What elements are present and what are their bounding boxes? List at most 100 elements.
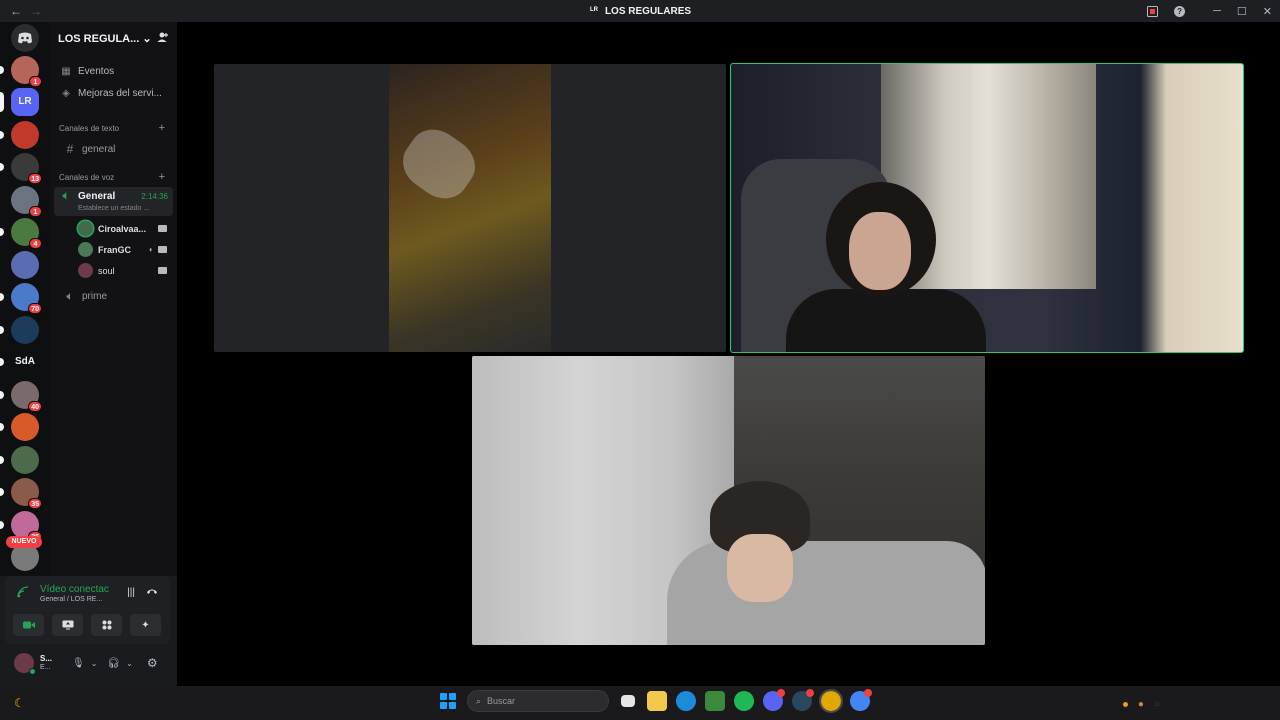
chevron-down-icon: ⌄ — [142, 32, 152, 45]
mention-badge: 1 — [29, 205, 42, 217]
guild-icon-server-8[interactable]: 70 — [0, 283, 42, 314]
tray-dot-icon[interactable] — [1122, 702, 1128, 707]
speaker-icon: 🔈︎ — [66, 288, 74, 303]
guild-icon-server-4[interactable]: 13 — [0, 153, 42, 184]
voice-connection-panel: Vídeo conectac General / LOS RE... ||| ✦ — [5, 576, 170, 644]
channel-general[interactable]: # general — [54, 139, 173, 159]
video-tile-soul[interactable] — [472, 356, 985, 645]
steam-icon[interactable] — [792, 689, 814, 711]
windows-start-icon[interactable] — [438, 691, 458, 711]
unread-pill — [0, 520, 4, 529]
channel-prime[interactable]: 🔈︎ prime — [54, 286, 173, 306]
edge-icon[interactable] — [676, 691, 696, 711]
activities-button[interactable] — [91, 614, 122, 636]
camera-button[interactable] — [13, 614, 44, 636]
add-channel-icon[interactable]: + — [159, 122, 165, 134]
guild-icon-server-14[interactable]: 35 — [0, 478, 42, 509]
guild-icon-server-sda[interactable]: SdA — [0, 348, 39, 376]
guild-label: SdA — [15, 356, 35, 367]
tray-app-icon[interactable]: ○ — [1154, 699, 1160, 710]
tray-app-icon[interactable]: ● — [1138, 699, 1144, 710]
spotify-icon[interactable] — [734, 691, 754, 711]
guild-icon-server-13[interactable] — [0, 445, 39, 474]
voice-user-name: Ciroalvaa... — [98, 223, 147, 234]
category-text-channels[interactable]: Canales de texto + — [50, 120, 177, 136]
back-arrow-icon[interactable]: ← — [10, 4, 22, 18]
inbox-icon[interactable] — [1146, 5, 1158, 17]
guild-icon-server-11[interactable]: 40 — [0, 380, 42, 412]
unread-pill — [0, 423, 4, 431]
guild-label: LR — [18, 96, 32, 107]
video-tile-ciroalvaa[interactable] — [214, 64, 726, 352]
bottom-panel: Vídeo conectac General / LOS RE... ||| ✦… — [0, 576, 177, 686]
new-badge[interactable]: NUEVO — [6, 536, 42, 548]
user-avatar — [78, 221, 93, 236]
set-status-text[interactable]: Establece un estado ... — [54, 205, 173, 212]
notification-dot — [864, 689, 872, 697]
video-person-face — [727, 534, 793, 602]
maximize-button[interactable]: ☐ — [1237, 5, 1247, 18]
voice-channel-general[interactable]: 🔈︎ General 2:14:36 Establece un estado .… — [54, 187, 173, 216]
weather-moon-icon[interactable]: ☾ — [14, 696, 25, 710]
voice-user[interactable]: Ciroalvaa... — [50, 218, 177, 239]
unread-pill — [0, 390, 4, 399]
guild-icon-server-7[interactable] — [11, 250, 39, 279]
user-avatar[interactable] — [14, 653, 36, 675]
category-label: Canales de voz — [59, 172, 115, 182]
guild-icon-server-15[interactable]: 26 — [0, 510, 42, 542]
search-placeholder: Buscar — [487, 696, 516, 706]
disconnect-icon[interactable] — [146, 587, 158, 598]
close-button[interactable]: ✕ — [1263, 5, 1272, 18]
guild-icon-discord-home[interactable] — [11, 24, 39, 52]
category-voice-channels[interactable]: Canales de voz + — [50, 169, 177, 185]
menu-item-events[interactable]: ▦ Eventos — [50, 60, 177, 82]
unread-pill — [0, 455, 4, 464]
connection-status[interactable]: Vídeo conectac — [40, 584, 109, 595]
invite-user-icon[interactable] — [157, 31, 169, 46]
guild-icon-server-3[interactable] — [0, 120, 39, 149]
headphones-icon[interactable]: 🎧︎ — [107, 658, 120, 669]
taskbar-search[interactable]: ⌕ Buscar — [467, 690, 609, 712]
microphone-icon[interactable]: 🎙︎ — [72, 658, 85, 669]
user-name-block[interactable]: S... E... — [40, 654, 62, 672]
search-icon: ⌕ — [476, 695, 482, 706]
connection-location[interactable]: General / LOS RE... — [40, 596, 102, 603]
notification-dot — [777, 689, 785, 697]
guild-icon-server-6[interactable]: 4 — [0, 218, 42, 249]
chrome-profile-icon[interactable] — [850, 689, 872, 711]
minecraft-icon[interactable] — [705, 691, 725, 711]
channel-label: general — [82, 143, 116, 155]
mention-badge: 70 — [28, 303, 42, 314]
video-person-face — [849, 212, 911, 290]
voice-user[interactable]: FranGC ◖ — [50, 239, 177, 260]
chevron-down-icon[interactable]: ⌄ — [126, 659, 133, 668]
guild-icon-server-5[interactable]: 1 — [11, 185, 42, 217]
noise-suppression-icon[interactable]: ||| — [127, 587, 135, 598]
chevron-down-icon[interactable]: ⌄ — [91, 659, 98, 668]
file-explorer-icon[interactable] — [647, 691, 667, 711]
speaker-icon: 🔈︎ — [62, 190, 70, 202]
task-view-icon[interactable] — [621, 695, 635, 707]
guild-icon-server-12[interactable] — [0, 413, 39, 441]
help-icon[interactable]: ? — [1174, 5, 1186, 17]
window-title-text: LOS REGULARES — [604, 5, 692, 17]
forward-arrow-icon[interactable]: → — [30, 4, 42, 18]
menu-item-boosts[interactable]: ◈ Mejoras del servi... — [50, 82, 177, 104]
screen-share-button[interactable] — [52, 614, 83, 636]
soundboard-button[interactable]: ✦ — [130, 614, 161, 636]
channel-label: prime — [82, 290, 108, 302]
title-bar: ← → LR LOS REGULARES ? ─ ☐ ✕ — [0, 0, 1280, 22]
guild-icon-server-9[interactable] — [0, 315, 39, 344]
guild-icon-server-lr[interactable]: LR — [0, 88, 39, 116]
discord-icon[interactable] — [763, 689, 785, 711]
gear-icon[interactable]: ⚙ — [147, 656, 158, 670]
video-tile-frangc[interactable] — [730, 63, 1244, 353]
voice-user-name: soul — [98, 265, 115, 276]
server-header[interactable]: LOS REGULA... ⌄ — [50, 22, 177, 54]
guild-icon-server-1[interactable]: 1 — [0, 55, 42, 87]
chrome-icon[interactable] — [819, 689, 843, 713]
video-feed-blurred — [389, 64, 551, 352]
add-channel-icon[interactable]: + — [159, 171, 165, 183]
minimize-button[interactable]: ─ — [1213, 5, 1221, 17]
voice-user[interactable]: soul — [50, 260, 177, 281]
